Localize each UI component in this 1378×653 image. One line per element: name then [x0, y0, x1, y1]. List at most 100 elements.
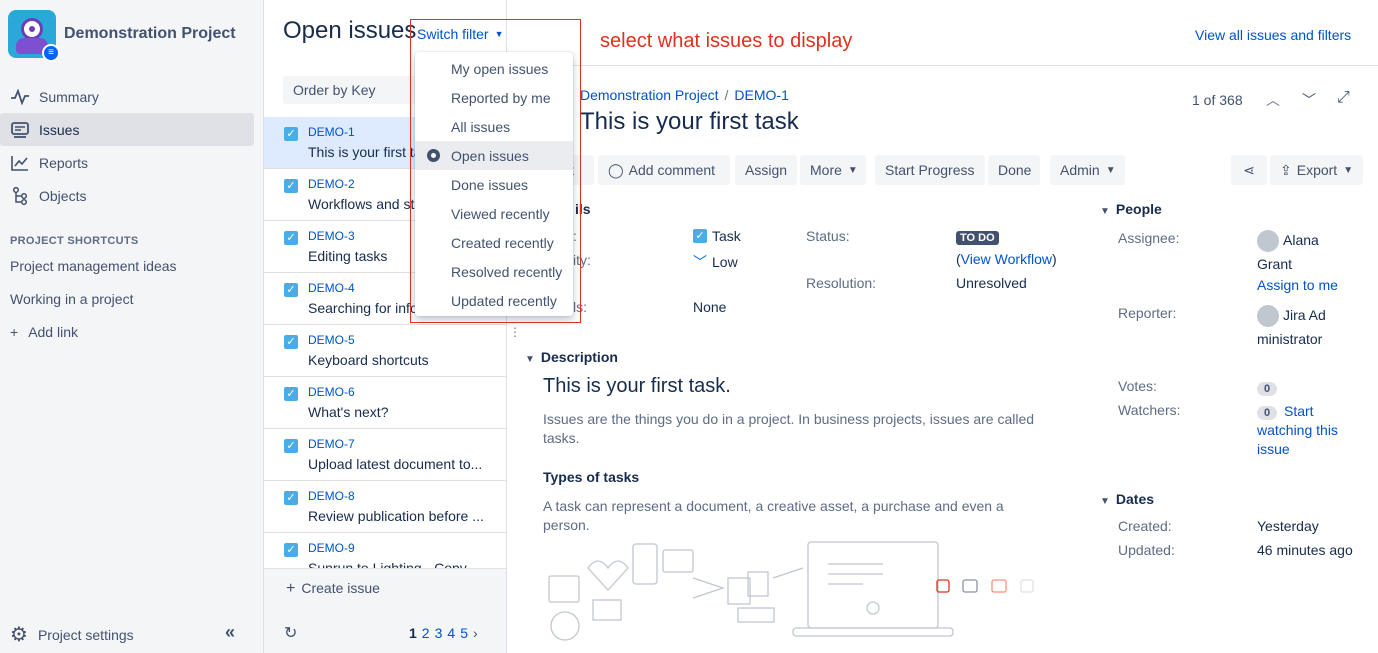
task-icon: ✓ — [284, 283, 298, 297]
export-button[interactable]: ⇪ Export ▼ — [1270, 155, 1363, 185]
reporter-label: Reporter: — [1118, 305, 1177, 321]
breadcrumb-issue-key[interactable]: DEMO-1 — [734, 87, 788, 103]
task-icon: ✓ — [284, 179, 298, 193]
page-link[interactable]: 4 — [447, 625, 455, 641]
assign-button[interactable]: Assign — [735, 155, 797, 185]
issue-row[interactable]: ✓ DEMO-8 Review publication before ... — [264, 481, 506, 533]
issues-icon — [10, 121, 30, 139]
shortcut-link[interactable]: Working in a project — [10, 291, 133, 307]
admin-button[interactable]: Admin ▼ — [1050, 155, 1125, 185]
comment-icon: ◯ — [608, 161, 624, 178]
expand-icon[interactable]: ⤢ — [1337, 89, 1350, 107]
page-link[interactable]: 5 — [460, 625, 468, 641]
updated-value: 46 minutes ago — [1257, 542, 1353, 558]
activity-icon — [10, 88, 30, 106]
chevron-down-icon: ▼ — [1343, 164, 1354, 176]
task-icon: ✓ — [284, 127, 298, 141]
issue-row[interactable]: ✓ DEMO-5 Keyboard shortcuts — [264, 325, 506, 377]
resolution-value: Unresolved — [956, 275, 1027, 291]
page-link[interactable]: 3 — [435, 625, 443, 641]
reporter[interactable]: Jira Administrator — [1257, 303, 1331, 351]
description-text: A task can represent a document, a creat… — [543, 498, 1004, 533]
chevron-down-icon: ▼ — [1100, 206, 1110, 217]
status-label: Status: — [806, 228, 850, 244]
export-icon: ⇪ — [1280, 161, 1292, 178]
priority-value: ﹀ Low — [693, 254, 738, 270]
objects-icon — [10, 186, 30, 205]
share-icon[interactable]: ⋖ — [1231, 155, 1267, 185]
task-icon: ✓ — [284, 335, 298, 349]
chevron-up-icon[interactable]: ︿ — [1266, 90, 1280, 110]
sidebar-item-issues[interactable]: Issues — [0, 113, 254, 146]
issue-row[interactable]: ✓ DEMO-6 What's next? — [264, 377, 506, 429]
page-link[interactable]: 1 — [409, 625, 417, 641]
annotation-box — [410, 19, 581, 323]
start-watching-link[interactable]: Start watching this issue — [1257, 402, 1347, 459]
order-by-button[interactable]: Order by Key — [283, 76, 423, 104]
description-text: Issues are the things you do in a projec… — [543, 411, 1035, 446]
labels-value: None — [693, 299, 727, 315]
assign-to-me-link[interactable]: Assign to me — [1257, 277, 1338, 293]
start-progress-button[interactable]: Start Progress — [875, 155, 985, 185]
reports-icon — [10, 154, 30, 172]
resolution-label: Resolution: — [806, 275, 877, 291]
issue-row[interactable]: ✓ DEMO-9 Sunrun to Lighting - Copy — [264, 533, 506, 568]
chevron-right-icon[interactable]: › — [473, 625, 478, 641]
page-link[interactable]: 2 — [422, 625, 430, 641]
avatar — [1257, 230, 1279, 253]
issue-counter: 1 of 368 — [1192, 92, 1243, 108]
types-heading: Types of tasks — [543, 469, 640, 485]
create-issue-button[interactable]: + Create issue — [286, 580, 380, 598]
plus-icon: + — [286, 580, 296, 597]
created-label: Created: — [1118, 518, 1172, 534]
dates-heading[interactable]: ▼ Dates — [1100, 491, 1154, 507]
refresh-icon[interactable]: ↻ — [284, 623, 297, 643]
add-link-button[interactable]: + Add link — [10, 324, 78, 340]
created-value: Yesterday — [1257, 518, 1319, 534]
votes-count[interactable]: 0 — [1257, 379, 1278, 396]
sidebar-item-reports[interactable]: Reports — [0, 146, 254, 179]
description-heading[interactable]: ▼ Description — [525, 349, 618, 365]
collapse-sidebar-icon[interactable]: « — [225, 622, 235, 643]
task-icon: ✓ — [284, 387, 298, 401]
assignee[interactable]: Alana Grant — [1257, 228, 1337, 276]
chevron-down-icon: ▼ — [525, 354, 535, 365]
page-title: Open issues — [283, 17, 417, 44]
task-icon: ✓ — [284, 231, 298, 245]
add-comment-button[interactable]: ◯ Add comment — [598, 155, 730, 185]
view-all-issues-link[interactable]: View all issues and filters — [1195, 27, 1351, 43]
sidebar-item-objects[interactable]: Objects — [0, 179, 254, 212]
divider — [507, 65, 1378, 66]
votes-label: Votes: — [1118, 378, 1157, 394]
pagination: 1 2 3 4 5 › — [409, 625, 478, 641]
done-button[interactable]: Done — [988, 155, 1040, 185]
resize-handle[interactable]: ⋮ — [509, 325, 521, 339]
annotation-text: select what issues to display — [600, 30, 853, 52]
issue-title: This is your first task — [580, 108, 799, 135]
breadcrumb: Demonstration Project / DEMO-1 — [580, 87, 789, 103]
project-avatar[interactable]: ≡ — [8, 10, 60, 62]
breadcrumb-project[interactable]: Demonstration Project — [580, 87, 719, 103]
project-name[interactable]: Demonstration Project — [64, 25, 236, 43]
avatar — [1257, 305, 1279, 328]
chevron-down-icon: ▼ — [1100, 496, 1110, 507]
sidebar-item-summary[interactable]: Summary — [0, 80, 254, 113]
task-illustration — [543, 538, 1043, 651]
gear-icon: ⚙ — [10, 624, 28, 646]
document-icon: ≡ — [42, 44, 60, 62]
shortcuts-title: PROJECT SHORTCUTS — [10, 235, 139, 247]
task-icon: ✓ — [284, 439, 298, 453]
view-workflow-link[interactable]: View Workflow — [961, 251, 1052, 267]
status-badge: TO DO — [956, 228, 999, 245]
chevron-down-icon[interactable]: ﹀ — [1302, 90, 1316, 110]
updated-label: Updated: — [1118, 542, 1175, 558]
type-value: ✓ Task — [693, 228, 741, 244]
chevron-down-icon: ▼ — [1105, 164, 1116, 176]
project-settings-button[interactable]: ⚙ Project settings — [10, 622, 134, 647]
more-button[interactable]: More ▼ — [800, 155, 866, 185]
people-heading[interactable]: ▼ People — [1100, 201, 1162, 217]
shortcut-link[interactable]: Project management ideas — [10, 258, 177, 274]
priority-low-icon: ﹀ — [693, 254, 707, 270]
task-icon: ✓ — [693, 229, 707, 243]
issue-row[interactable]: ✓ DEMO-7 Upload latest document to... — [264, 429, 506, 481]
